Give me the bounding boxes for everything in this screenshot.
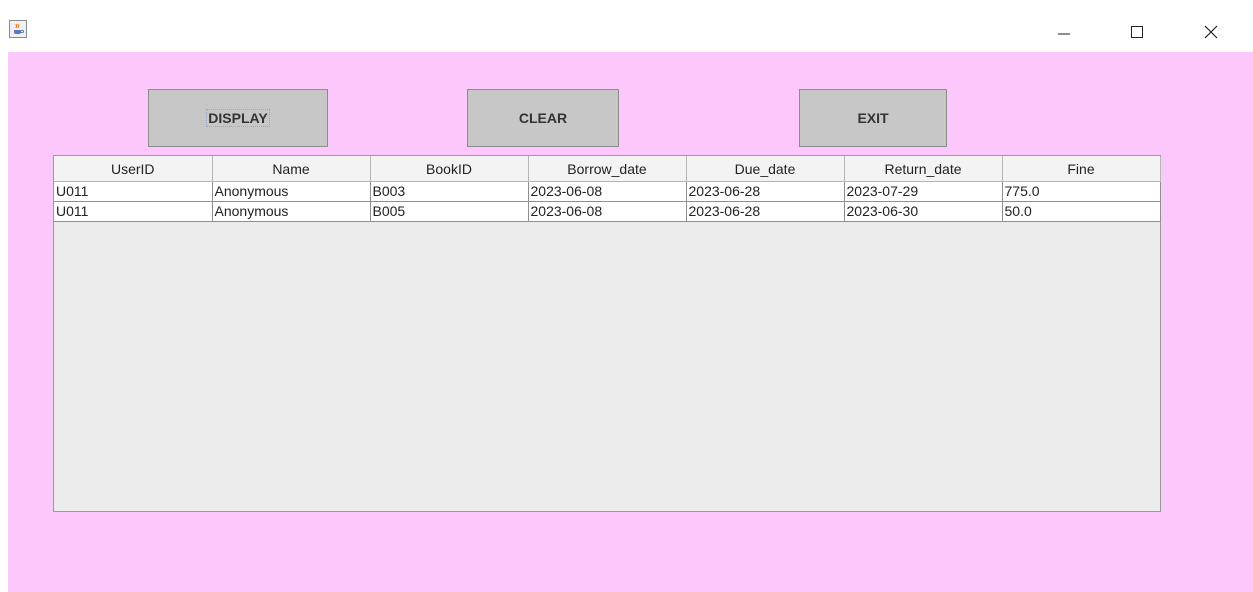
table-cell[interactable]: 2023-06-28 [686,201,845,222]
window-left-edge [0,52,8,592]
column-header-name[interactable]: Name [212,156,371,182]
column-header-fine[interactable]: Fine [1002,156,1161,182]
exit-button-label: EXIT [857,110,889,126]
table-cell[interactable]: U011 [54,181,213,202]
table-row[interactable]: U011 Anonymous B005 2023-06-08 2023-06-2… [54,201,1161,222]
table-cell[interactable]: 2023-06-08 [528,181,687,202]
table-cell[interactable]: Anonymous [212,201,371,222]
exit-button[interactable]: EXIT [799,89,947,147]
minimize-button[interactable] [1041,14,1087,50]
table-cell[interactable]: 2023-07-29 [844,181,1003,202]
table-cell[interactable]: U011 [54,201,213,222]
table-cell[interactable]: 50.0 [1002,201,1161,222]
table-header-row: UserID Name BookID Borrow_date Due_date … [54,156,1161,182]
column-header-return-date[interactable]: Return_date [844,156,1003,182]
maximize-icon [1131,26,1143,38]
clear-button-label: CLEAR [518,110,568,126]
column-header-due-date[interactable]: Due_date [686,156,845,182]
close-button[interactable] [1188,14,1234,50]
column-header-userid[interactable]: UserID [54,156,213,182]
table-cell[interactable]: 2023-06-30 [844,201,1003,222]
display-button-label: DISPLAY [206,109,270,127]
table-cell[interactable]: 2023-06-28 [686,181,845,202]
table-cell[interactable]: 2023-06-08 [528,201,687,222]
table-cell[interactable]: 775.0 [1002,181,1161,202]
table-cell[interactable]: Anonymous [212,181,371,202]
close-icon [1204,25,1218,39]
records-table-scrollpane[interactable]: UserID Name BookID Borrow_date Due_date … [53,155,1161,512]
display-button[interactable]: DISPLAY [148,89,328,147]
minimize-icon [1058,33,1070,35]
column-header-borrow-date[interactable]: Borrow_date [528,156,687,182]
table-cell[interactable]: B003 [370,181,529,202]
clear-button[interactable]: CLEAR [467,89,619,147]
column-header-bookid[interactable]: BookID [370,156,529,182]
app-window: DISPLAY CLEAR EXIT UserID Name BookID Bo… [0,0,1253,592]
java-cup-icon[interactable] [9,20,27,38]
main-panel: DISPLAY CLEAR EXIT UserID Name BookID Bo… [8,52,1253,592]
title-bar [0,0,1253,52]
records-table[interactable]: UserID Name BookID Borrow_date Due_date … [54,156,1161,222]
table-cell[interactable]: B005 [370,201,529,222]
maximize-button[interactable] [1114,14,1160,50]
table-row[interactable]: U011 Anonymous B003 2023-06-08 2023-06-2… [54,181,1161,202]
